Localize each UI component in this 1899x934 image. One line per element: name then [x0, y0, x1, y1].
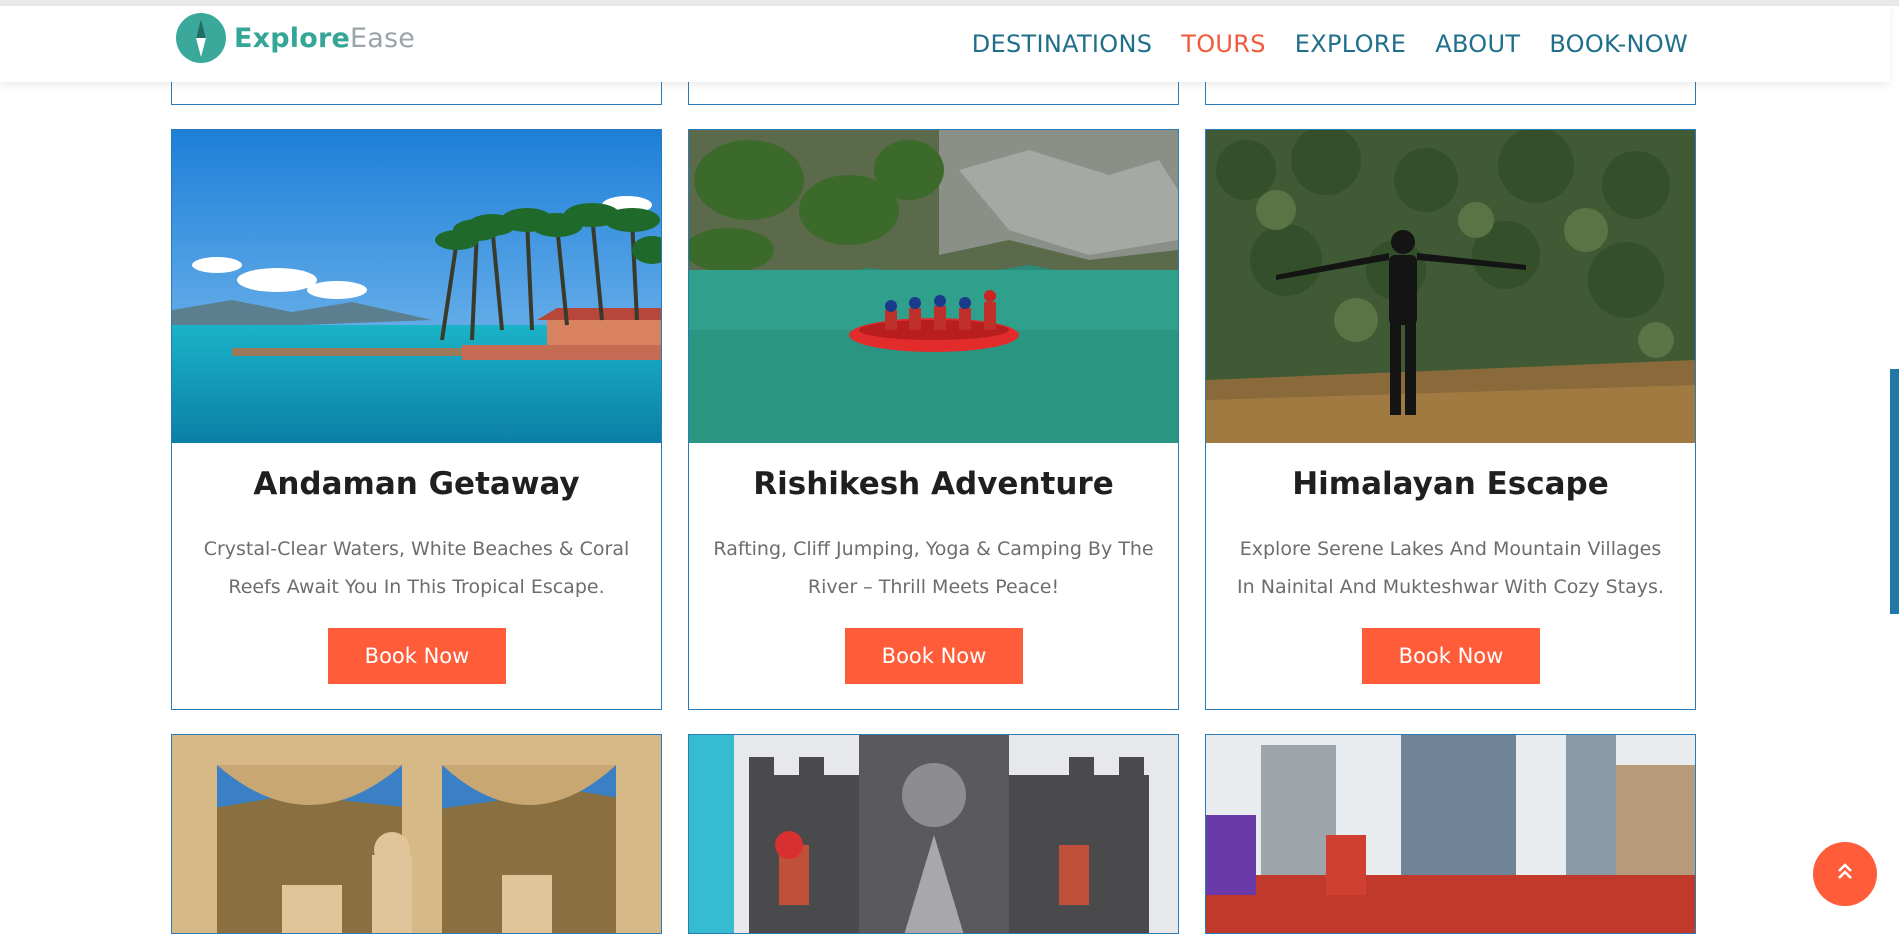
main-nav: DESTINATIONS TOURS EXPLORE ABOUT BOOK-NO… — [972, 30, 1688, 58]
double-chevron-up-icon — [1834, 860, 1856, 888]
nav-destinations[interactable]: DESTINATIONS — [972, 30, 1153, 58]
nav-explore[interactable]: EXPLORE — [1295, 30, 1406, 58]
tour-card-next-city — [1205, 734, 1696, 934]
tour-card-next-castle — [688, 734, 1179, 934]
brand-name: ExploreEase — [234, 23, 415, 54]
book-now-button[interactable]: Book Now — [328, 628, 506, 684]
nav-tours[interactable]: TOURS — [1181, 30, 1266, 58]
tour-image-rafting — [689, 130, 1178, 443]
tour-title: Andaman Getaway — [253, 466, 580, 502]
nav-book-now[interactable]: BOOK-NOW — [1549, 30, 1688, 58]
compass-icon — [176, 13, 226, 63]
book-now-button[interactable]: Book Now — [845, 628, 1023, 684]
navbar: ExploreEase DESTINATIONS TOURS EXPLORE A… — [0, 6, 1890, 82]
logo[interactable]: ExploreEase — [176, 12, 415, 64]
nav-about[interactable]: ABOUT — [1435, 30, 1520, 58]
scrollbar-thumb[interactable] — [1890, 369, 1899, 614]
book-now-button[interactable]: Book Now — [1362, 628, 1540, 684]
tour-title: Rishikesh Adventure — [753, 466, 1114, 502]
brand-name-part1: Explore — [234, 22, 351, 54]
tour-title: Himalayan Escape — [1292, 466, 1609, 502]
tour-card-next-palace — [171, 734, 662, 934]
brand-name-part2: Ease — [350, 22, 416, 54]
scroll-to-top-button[interactable] — [1813, 842, 1877, 906]
tour-description: Explore Serene Lakes And Mountain Villag… — [1237, 538, 1664, 598]
tour-image-forest — [1206, 130, 1695, 443]
tour-description: Rafting, Cliff Jumping, Yoga & Camping B… — [713, 538, 1154, 598]
tour-card-andaman: Andaman Getaway Crystal-Clear Waters, Wh… — [171, 129, 662, 710]
tour-description: Crystal-Clear Waters, White Beaches & Co… — [203, 538, 630, 598]
tour-image-beach — [172, 130, 661, 443]
tour-card-rishikesh: Rishikesh Adventure Rafting, Cliff Jumpi… — [688, 129, 1179, 710]
tour-card-himalayan: Himalayan Escape Explore Serene Lakes An… — [1205, 129, 1696, 710]
